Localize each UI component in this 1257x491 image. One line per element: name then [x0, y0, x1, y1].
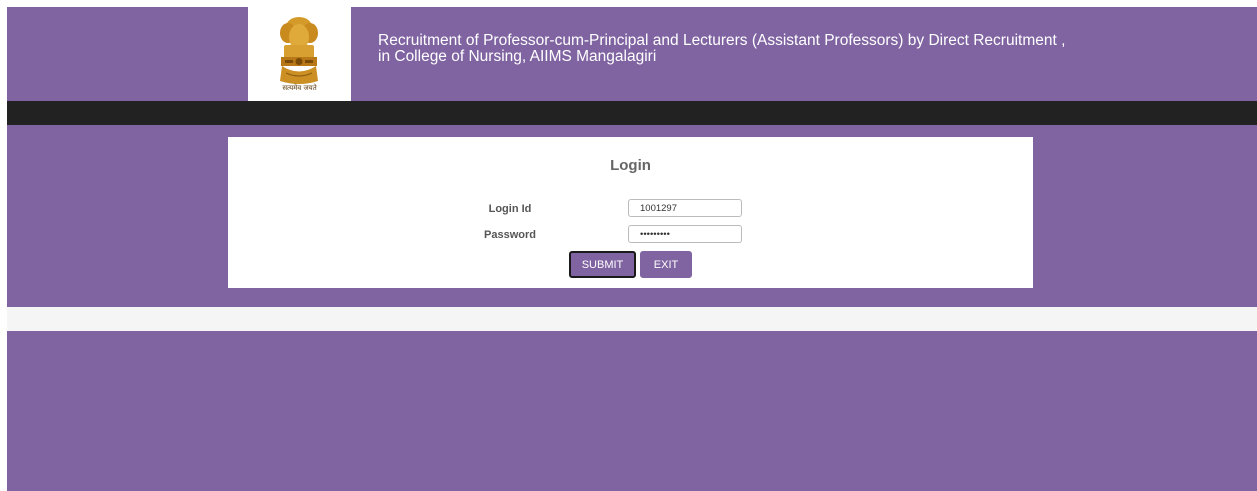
login-id-label: Login Id	[488, 203, 532, 215]
footer-band	[7, 331, 1257, 491]
page-frame: सत्यमेव जयते Recruitment of Professor-cu…	[7, 7, 1257, 491]
emblem-logo: सत्यमेव जयते	[248, 7, 351, 101]
separator-strip	[7, 307, 1257, 331]
exit-button[interactable]: EXIT	[640, 251, 692, 278]
login-id-input[interactable]	[628, 199, 742, 217]
password-input[interactable]	[628, 225, 742, 243]
page-title: Recruitment of Professor-cum-Principal a…	[378, 32, 1066, 65]
login-title: Login	[610, 157, 651, 174]
site-header: सत्यमेव जयते Recruitment of Professor-cu…	[7, 7, 1257, 101]
top-navbar	[7, 101, 1257, 125]
password-label: Password	[484, 229, 536, 241]
submit-button[interactable]: SUBMIT	[569, 251, 636, 278]
emblem-motto: सत्यमेव जयते	[282, 84, 317, 92]
login-card: Login Login Id Password SUBMIT EXIT	[228, 137, 1033, 288]
main-band: Login Login Id Password SUBMIT EXIT	[7, 125, 1257, 307]
